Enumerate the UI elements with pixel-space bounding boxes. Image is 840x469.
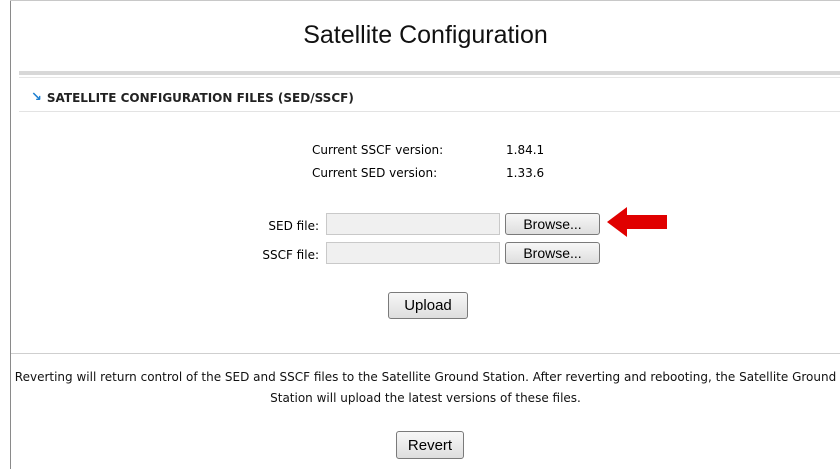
revert-button[interactable]: Revert	[396, 431, 464, 459]
title-divider	[19, 71, 840, 75]
sed-file-label: SED file:	[268, 219, 319, 233]
revert-description: Reverting will return control of the SED…	[14, 370, 837, 405]
sed-version-label: Current SED version:	[312, 166, 438, 180]
section-heading: SATELLITE CONFIGURATION FILES (SED/SSCF)	[46, 90, 354, 105]
upload-button[interactable]: Upload	[388, 292, 468, 319]
red-arrow-icon	[607, 207, 667, 237]
red-arrow-shape	[607, 207, 667, 237]
sed-browse-button[interactable]: Browse...	[505, 213, 600, 235]
sscf-browse-button[interactable]: Browse...	[505, 242, 600, 264]
sscf-file-input[interactable]	[326, 242, 500, 264]
sed-file-input[interactable]	[326, 213, 500, 235]
frame-border-top	[10, 0, 840, 1]
revert-divider	[11, 353, 840, 354]
page-title: Satellite Configuration	[303, 21, 548, 49]
sed-version-value: 1.33.6	[506, 166, 545, 180]
section-divider	[19, 111, 840, 112]
section-header: ↘ SATELLITE CONFIGURATION FILES (SED/SSC…	[31, 90, 354, 105]
sscf-version-value: 1.84.1	[506, 143, 545, 157]
title-divider-thin	[19, 77, 840, 78]
sscf-version-label: Current SSCF version:	[312, 143, 444, 157]
sscf-file-label: SSCF file:	[262, 248, 319, 262]
arrow-down-right-icon: ↘	[31, 90, 42, 105]
